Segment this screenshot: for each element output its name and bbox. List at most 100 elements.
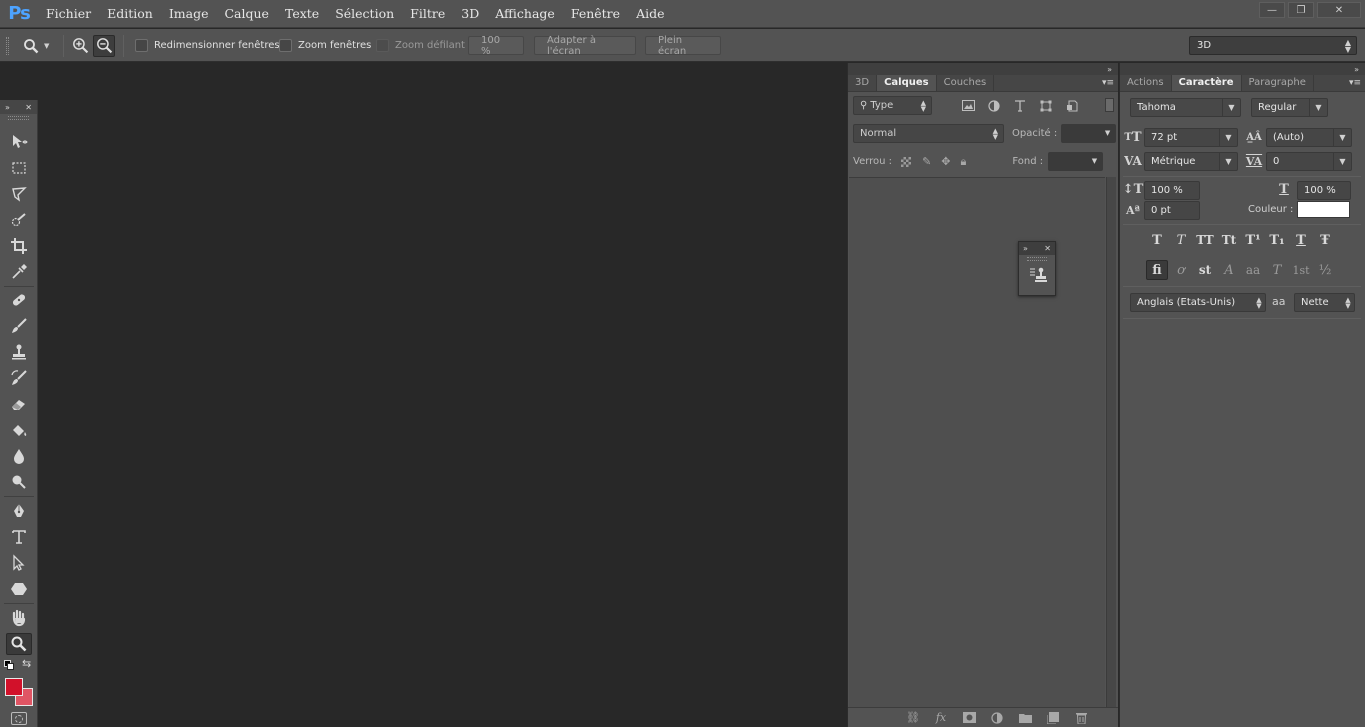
resize-windows-check[interactable] <box>135 39 148 52</box>
zoom-out-button[interactable] <box>93 29 115 62</box>
menu-fichier[interactable]: Fichier <box>38 0 99 28</box>
antialias-select[interactable]: Nette ▲ ▼ <box>1294 293 1355 312</box>
new-layer-icon[interactable] <box>1044 710 1062 726</box>
standard-ligatures-button[interactable]: ﬁ <box>1146 260 1168 280</box>
menu-selection[interactable]: Sélection <box>327 0 402 28</box>
eraser-tool[interactable] <box>6 393 32 415</box>
tab-3d[interactable]: 3D <box>848 75 878 91</box>
stylistic-alternates-button[interactable]: aa <box>1242 260 1264 280</box>
floating-panel-grip[interactable] <box>1027 257 1047 261</box>
quick-mask-icon[interactable] <box>11 712 27 725</box>
panel-menu-icon[interactable]: ▾≡ <box>1102 78 1114 88</box>
subscript-button[interactable]: T₁ <box>1266 230 1288 250</box>
zoom-in-button[interactable] <box>69 29 91 62</box>
move-tool[interactable] <box>6 131 32 153</box>
resize-windows-checkbox[interactable]: Redimensionner fenêtres <box>135 29 280 62</box>
trash-icon[interactable] <box>1072 710 1090 726</box>
titling-alternates-button[interactable]: T <box>1266 260 1288 280</box>
menu-affichage[interactable]: Affichage <box>487 0 563 28</box>
all-caps-button[interactable]: TT <box>1194 230 1216 250</box>
document-canvas-area[interactable] <box>39 63 846 727</box>
brush-tool[interactable] <box>6 315 32 337</box>
swash-button[interactable]: A <box>1218 260 1240 280</box>
baseline-shift-field[interactable]: 0 pt <box>1144 201 1200 220</box>
type-tool[interactable] <box>6 526 32 548</box>
menu-aide[interactable]: Aide <box>628 0 672 28</box>
layers-scrollbar[interactable] <box>1106 177 1116 707</box>
tool-preset-picker[interactable]: ▼ <box>20 29 49 62</box>
discretionary-ligatures-button[interactable]: st <box>1194 260 1216 280</box>
strikethrough-button[interactable]: Ŧ <box>1314 230 1336 250</box>
ordinals-button[interactable]: 1st <box>1290 260 1312 280</box>
workspace-select[interactable]: 3D ▲ ▼ <box>1189 36 1357 55</box>
collapse-icon[interactable]: » <box>1023 244 1028 253</box>
menu-3d[interactable]: 3D <box>453 0 487 28</box>
text-color-swatch[interactable] <box>1297 201 1350 218</box>
default-colors-icon[interactable] <box>4 660 14 670</box>
tab-caractere[interactable]: Caractère <box>1171 75 1242 91</box>
tab-actions[interactable]: Actions <box>1120 75 1172 91</box>
filter-type-icon[interactable] <box>1012 98 1028 114</box>
font-style-select[interactable]: Regular ▼ <box>1251 98 1328 117</box>
menu-calque[interactable]: Calque <box>216 0 276 28</box>
eyedropper-tool[interactable] <box>6 261 32 283</box>
font-size-field[interactable]: 72 pt ▼ <box>1144 128 1238 147</box>
dodge-tool[interactable] <box>6 471 32 493</box>
menu-filtre[interactable]: Filtre <box>402 0 453 28</box>
crop-tool[interactable] <box>6 235 32 257</box>
fill-field[interactable]: ▼ <box>1048 152 1104 171</box>
shape-tool[interactable] <box>6 578 32 600</box>
lock-image-icon[interactable]: ✎ <box>922 155 931 168</box>
options-grip[interactable] <box>6 37 9 55</box>
hand-tool[interactable] <box>6 607 32 629</box>
contextual-alternates-button[interactable]: ơ <box>1170 260 1192 280</box>
clone-source-icon[interactable] <box>1029 266 1047 284</box>
close-icon[interactable]: ✕ <box>25 103 32 112</box>
close-icon[interactable]: ✕ <box>1044 244 1051 253</box>
adjustment-icon[interactable] <box>988 710 1006 726</box>
menu-fenetre[interactable]: Fenêtre <box>563 0 628 28</box>
fit-screen-button[interactable]: Adapter à l'écran <box>534 35 636 57</box>
zoom-windows-checkbox[interactable]: Zoom fenêtres <box>279 29 371 62</box>
language-select[interactable]: Anglais (Etats-Unis) ▲ ▼ <box>1130 293 1266 312</box>
superscript-button[interactable]: T¹ <box>1242 230 1264 250</box>
paint-bucket-tool[interactable] <box>6 419 32 441</box>
swap-colors-icon[interactable]: ⇆ <box>22 657 31 670</box>
filter-toggle-switch[interactable] <box>1105 98 1114 112</box>
minimize-button[interactable]: — <box>1259 2 1285 18</box>
collapse-icon[interactable]: » <box>5 103 10 112</box>
underline-button[interactable]: T <box>1290 230 1312 250</box>
menu-image[interactable]: Image <box>161 0 217 28</box>
filter-smart-object-icon[interactable] <box>1064 98 1080 114</box>
scrubby-zoom-check[interactable] <box>376 39 389 52</box>
vertical-scale-field[interactable]: 100 % <box>1144 181 1200 200</box>
fractions-button[interactable]: ½ <box>1314 260 1336 280</box>
leading-field[interactable]: (Auto) ▼ <box>1266 128 1352 147</box>
lock-position-icon[interactable]: ✥ <box>941 155 950 168</box>
horizontal-scale-field[interactable]: 100 % <box>1297 181 1351 200</box>
scrubby-zoom-checkbox[interactable]: Zoom défilant <box>376 29 465 62</box>
tools-grip[interactable] <box>8 116 29 120</box>
faux-bold-button[interactable]: T <box>1146 230 1168 250</box>
kerning-field[interactable]: Métrique ▼ <box>1144 152 1238 171</box>
tracking-field[interactable]: 0 ▼ <box>1266 152 1352 171</box>
blend-mode-select[interactable]: Normal ▲ ▼ <box>853 124 1004 143</box>
fx-icon[interactable]: fx <box>932 710 950 726</box>
filter-pixel-icon[interactable] <box>960 98 976 114</box>
link-icon[interactable]: ⛓ <box>904 710 922 726</box>
healing-tool[interactable] <box>6 289 32 311</box>
mask-icon[interactable] <box>960 710 978 726</box>
lock-all-icon[interactable]: 🔒︎ <box>961 155 967 169</box>
opacity-field[interactable]: ▼ <box>1061 124 1117 143</box>
tab-paragraphe[interactable]: Paragraphe <box>1242 75 1314 91</box>
small-caps-button[interactable]: Tt <box>1218 230 1240 250</box>
quick-select-tool[interactable] <box>6 209 32 231</box>
blur-tool[interactable] <box>6 445 32 467</box>
dock-collapse-bar[interactable]: » <box>848 63 1118 75</box>
restore-button[interactable]: ❐ <box>1288 2 1314 18</box>
foreground-color-swatch[interactable] <box>5 678 23 696</box>
filter-adjustment-icon[interactable] <box>986 98 1002 114</box>
zoom-tool[interactable] <box>6 633 32 655</box>
lasso-tool[interactable] <box>6 183 32 205</box>
stamp-tool[interactable] <box>6 341 32 363</box>
